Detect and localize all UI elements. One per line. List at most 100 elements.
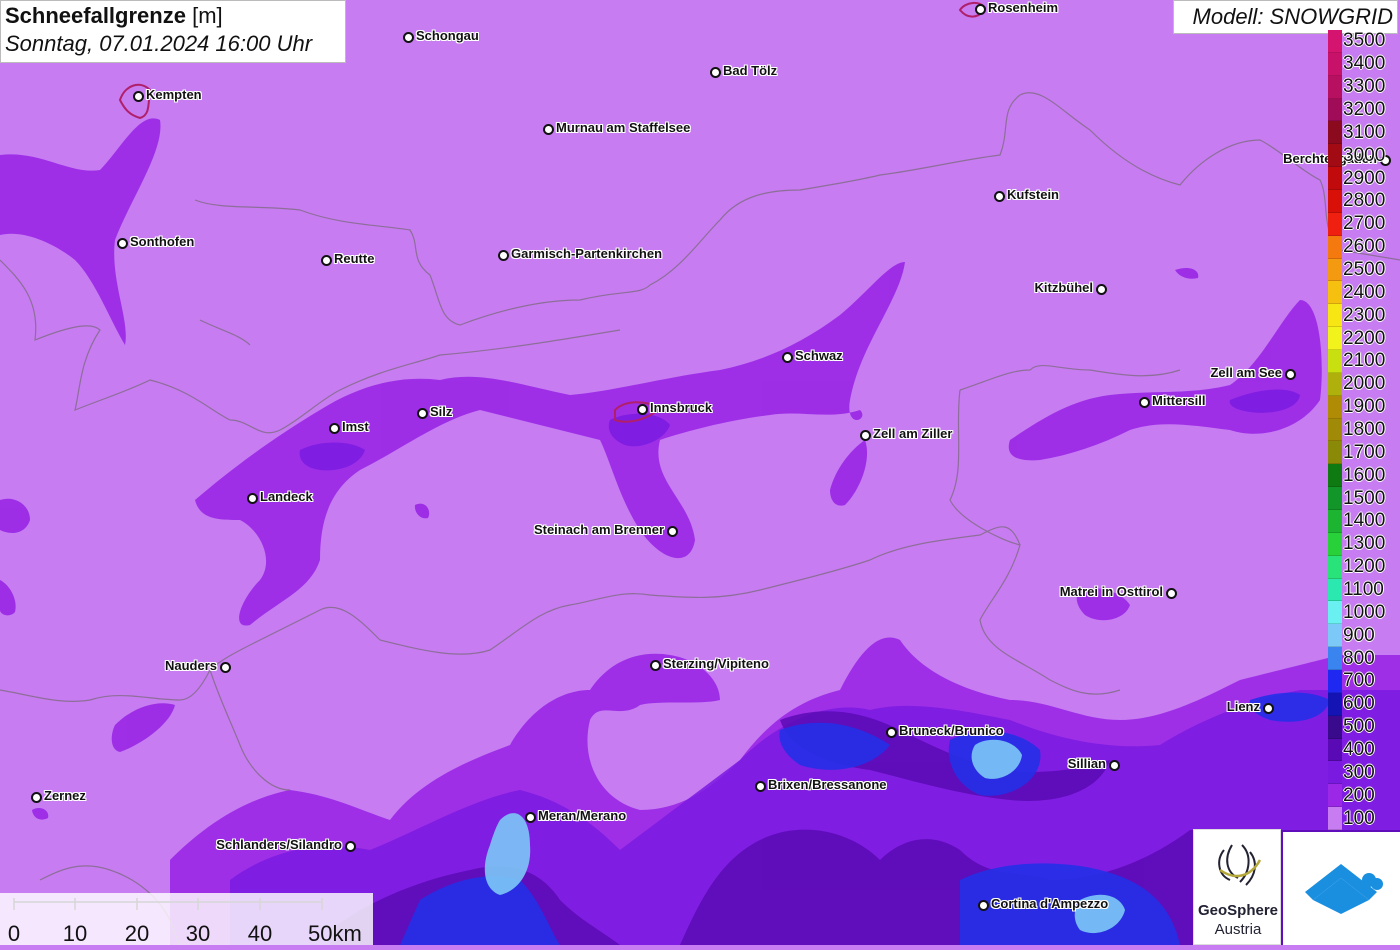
city-marker-icon <box>978 900 989 911</box>
city-marker-icon <box>403 32 414 43</box>
legend-swatch <box>1328 98 1342 122</box>
legend-label: 2000 <box>1343 373 1386 395</box>
city-label: Mittersill <box>1152 393 1206 408</box>
legend-swatch <box>1328 715 1342 739</box>
legend-label: 1200 <box>1343 556 1386 578</box>
city-marker-icon <box>1166 588 1177 599</box>
legend-swatch <box>1328 395 1342 419</box>
legend-label: 3300 <box>1343 76 1386 98</box>
legend-swatch <box>1328 167 1342 190</box>
geosphere-logo-text: GeoSphere <box>1197 902 1279 919</box>
city-marker-icon <box>1285 369 1296 380</box>
city-marker-icon <box>637 404 648 415</box>
city-label: Zernez <box>44 788 86 803</box>
city-label: Steinach am Brenner <box>533 522 664 537</box>
legend-label: 2500 <box>1343 259 1386 280</box>
city-label: Reutte <box>334 251 375 266</box>
city-label: Schlanders/Silandro <box>216 837 342 852</box>
city-label: Landeck <box>260 489 313 504</box>
snowline-map <box>0 0 1400 945</box>
legend-swatch <box>1328 30 1342 53</box>
legend-label: 2300 <box>1343 304 1386 326</box>
city-label: Sonthofen <box>130 234 195 249</box>
color-legend <box>1328 30 1342 830</box>
city-label: Kempten <box>146 87 202 102</box>
legend-label: 1800 <box>1343 419 1386 440</box>
legend-label: 1300 <box>1343 533 1386 555</box>
legend-swatch <box>1328 235 1342 259</box>
model-label: Modell: SNOWGRID <box>1173 0 1398 34</box>
city-marker-icon <box>1263 703 1274 714</box>
legend-swatch <box>1328 144 1342 168</box>
city-marker-icon <box>117 238 128 249</box>
legend-swatch <box>1328 190 1342 213</box>
legend-label: 300 <box>1343 761 1375 783</box>
city-label: Meran/Merano <box>538 808 627 823</box>
city-marker-icon <box>329 423 340 434</box>
legend-swatch <box>1328 258 1342 282</box>
city-label: Sterzing/Vipiteno <box>663 656 769 671</box>
city-marker-icon <box>650 660 661 671</box>
geosphere-logo-subtext: Austria <box>1214 921 1262 938</box>
city-label: Kufstein <box>1007 187 1059 202</box>
legend-label: 1500 <box>1343 487 1386 509</box>
legend-swatch <box>1328 738 1342 762</box>
legend-swatch <box>1328 212 1342 236</box>
legend-swatch <box>1328 441 1342 465</box>
legend-swatch <box>1328 418 1342 442</box>
city-marker-icon <box>1096 284 1107 295</box>
city-marker-icon <box>417 408 428 419</box>
legend-label: 2400 <box>1343 281 1386 303</box>
scale-bar-label: 50km <box>308 921 362 946</box>
legend-swatch <box>1328 350 1342 373</box>
city-marker-icon <box>543 124 554 135</box>
city-label: Rosenheim <box>988 0 1059 15</box>
city-marker-icon <box>860 430 871 441</box>
legend-swatch <box>1328 532 1342 556</box>
city-label: Zell am See <box>1210 365 1282 380</box>
city-marker-icon <box>1139 397 1150 408</box>
legend-label: 2100 <box>1343 350 1386 372</box>
scale-bar-label: 40 <box>247 921 273 946</box>
city-label: Nauders <box>164 658 217 673</box>
legend-swatch <box>1328 327 1342 350</box>
legend-swatch <box>1328 464 1342 488</box>
legend-label: 900 <box>1343 624 1375 646</box>
city-marker-icon <box>247 493 258 504</box>
cloud-house-icon <box>1305 864 1383 914</box>
legend-swatch <box>1328 761 1342 785</box>
city-marker-icon <box>782 352 793 363</box>
weather-logo <box>1283 832 1400 945</box>
city-marker-icon <box>220 662 231 673</box>
legend-label: 1600 <box>1343 464 1386 486</box>
city-label: Bruneck/Brunico <box>899 723 1004 738</box>
legend-label: 400 <box>1343 739 1375 760</box>
city-label: Brixen/Bressanone <box>768 777 887 792</box>
legend-swatch <box>1328 647 1342 670</box>
legend-swatch <box>1328 510 1342 533</box>
city-label: Silz <box>430 404 453 419</box>
legend-label: 2900 <box>1343 167 1386 189</box>
legend-label: 600 <box>1343 693 1375 715</box>
legend-swatch <box>1328 807 1342 830</box>
city-marker-icon <box>975 4 986 15</box>
legend-label: 800 <box>1343 647 1375 669</box>
legend-label: 1400 <box>1343 510 1386 532</box>
legend-swatch <box>1328 304 1342 328</box>
city-label: Cortina d'Ampezzo <box>991 896 1109 911</box>
city-label: Schongau <box>416 28 479 43</box>
city-label: Matrei in Osttirol <box>1059 584 1163 599</box>
city-label: Lienz <box>1226 699 1260 714</box>
legend-label: 2200 <box>1343 327 1386 349</box>
legend-label: 700 <box>1343 670 1375 692</box>
city-marker-icon <box>345 841 356 852</box>
city-marker-icon <box>31 792 42 803</box>
map-title: Schneefallgrenze [m] <box>5 3 341 29</box>
city-marker-icon <box>321 255 332 266</box>
legend-label: 3500 <box>1343 30 1386 52</box>
city-marker-icon <box>525 812 536 823</box>
legend-label: 1700 <box>1343 441 1386 463</box>
city-label: Schwaz <box>795 348 843 363</box>
city-marker-icon <box>755 781 766 792</box>
city-marker-icon <box>1109 760 1120 771</box>
